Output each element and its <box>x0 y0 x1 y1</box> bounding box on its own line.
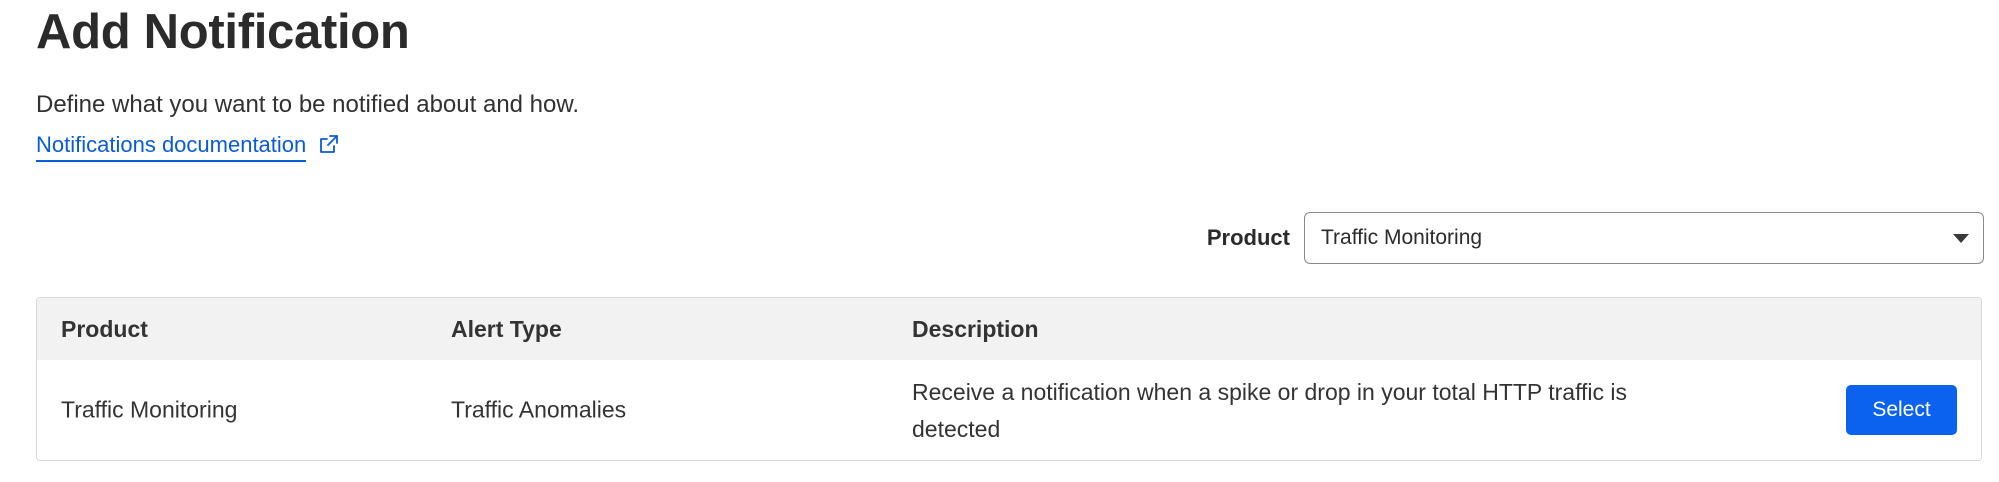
product-filter: Product Traffic Monitoring <box>1207 212 1984 264</box>
table-header: Product Alert Type Description <box>37 298 1981 360</box>
product-select[interactable]: Traffic Monitoring <box>1304 212 1984 264</box>
notifications-documentation-link[interactable]: Notifications documentation <box>36 132 340 162</box>
notification-types-table: Product Alert Type Description Traffic M… <box>36 297 1982 461</box>
column-header-alert-type: Alert Type <box>451 316 562 342</box>
product-select-value: Traffic Monitoring <box>1321 226 1483 249</box>
chevron-down-icon <box>1953 234 1969 243</box>
page-title: Add Notification <box>36 5 410 59</box>
column-header-description: Description <box>912 316 1039 342</box>
cell-alert-type: Traffic Anomalies <box>451 396 627 423</box>
cell-description: Receive a notification when a spike or d… <box>912 379 1628 442</box>
product-filter-label: Product <box>1206 225 1290 250</box>
cell-product: Traffic Monitoring <box>61 396 238 423</box>
column-header-product: Product <box>61 316 148 342</box>
page-subtitle: Define what you want to be notified abou… <box>36 91 580 118</box>
doc-link-label[interactable]: Notifications documentation <box>36 132 307 162</box>
select-button[interactable]: Select <box>1846 385 1957 435</box>
table-row: Traffic Monitoring Traffic Anomalies Rec… <box>37 360 1981 460</box>
external-link-icon[interactable] <box>318 133 340 155</box>
